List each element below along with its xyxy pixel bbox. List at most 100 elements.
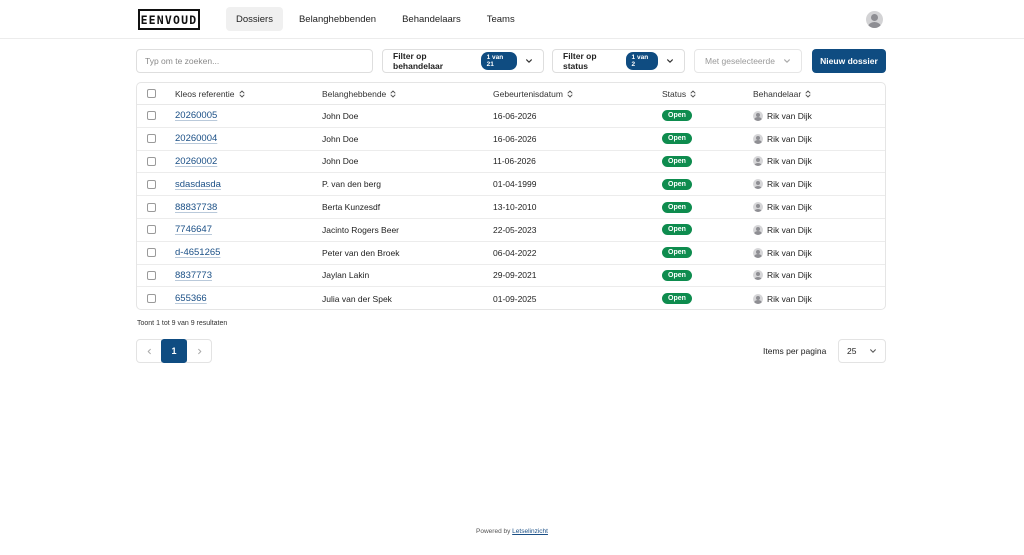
behandelaar-cell: Rik van Dijk (753, 151, 812, 173)
pagination: 1 (136, 339, 212, 363)
row-checkbox[interactable] (147, 270, 156, 280)
date-cell: 16-06-2026 (493, 133, 537, 144)
ref-cell: 88837738 (175, 196, 217, 218)
table-row: 7746647 Jacinto Rogers Beer 22-05-2023 O… (137, 219, 885, 242)
row-checkbox[interactable] (147, 202, 156, 212)
dossier-reference-link[interactable]: 88837738 (175, 202, 217, 213)
belanghebbende-cell: Berta Kunzesdf (322, 202, 381, 213)
dossier-reference-link[interactable]: 20260005 (175, 110, 217, 121)
table-row: 20260005 John Doe 16-06-2026 Open Rik va… (137, 105, 885, 128)
chevron-down-icon (869, 347, 877, 355)
nav-item-belanghebbenden[interactable]: Belanghebbenden (289, 7, 386, 31)
behandelaar-cell: Rik van Dijk (753, 105, 812, 127)
dossier-reference-link[interactable]: sdasdasda (175, 179, 221, 190)
filter-status-button[interactable]: Filter op status 1 van 2 (552, 49, 685, 73)
behandelaar-cell: Rik van Dijk (753, 173, 812, 195)
status-cell: Open (662, 105, 692, 127)
status-cell: Open (662, 128, 692, 150)
dossier-reference-link[interactable]: 7746647 (175, 224, 212, 235)
sort-icon (805, 90, 811, 98)
user-avatar-icon (753, 293, 763, 304)
row-checkbox[interactable] (147, 134, 156, 144)
row-checkbox[interactable] (147, 294, 156, 304)
dossier-reference-link[interactable]: d-4651265 (175, 247, 220, 258)
top-navigation-bar: EENVOUD Dossiers Belanghebbenden Behande… (0, 0, 1024, 39)
belanghebbende-cell: John Doe (322, 110, 359, 121)
items-per-page-select[interactable]: 25 (838, 339, 886, 363)
nav-item-teams[interactable]: Teams (477, 7, 525, 31)
dossier-reference-link[interactable]: 20260002 (175, 156, 217, 167)
column-header-referentie[interactable]: Kleos referentie (175, 83, 245, 104)
dossier-reference-link[interactable]: 20260004 (175, 133, 217, 144)
status-badge: Open (662, 155, 692, 167)
belanghebbende-cell: John Doe (322, 156, 359, 167)
chevron-right-icon (197, 348, 201, 354)
row-checkbox[interactable] (147, 248, 156, 258)
new-dossier-button[interactable]: Nieuw dossier (812, 49, 886, 73)
filter-behandelaar-badge: 1 van 21 (480, 52, 517, 70)
previous-page-button[interactable] (136, 339, 162, 363)
behandelaar-cell: Rik van Dijk (753, 242, 812, 264)
ref-cell: 8837773 (175, 265, 212, 287)
status-badge: Open (662, 201, 692, 213)
row-checkbox[interactable] (147, 111, 156, 121)
nav-item-dossiers[interactable]: Dossiers (226, 7, 283, 31)
status-badge: Open (662, 269, 692, 281)
behandelaar-name: Rik van Dijk (767, 224, 812, 235)
page-button-current[interactable]: 1 (161, 339, 187, 363)
behandelaar-cell: Rik van Dijk (753, 196, 812, 218)
row-checkbox[interactable] (147, 179, 156, 189)
row-checkbox[interactable] (147, 156, 156, 166)
column-header-belanghebbende[interactable]: Belanghebbende (322, 83, 396, 104)
app-logo[interactable]: EENVOUD (138, 9, 200, 30)
column-header-gebeurtenisdatum[interactable]: Gebeurtenisdatum (493, 83, 573, 104)
table-row: 655366 Julia van der Spek 01-09-2025 Ope… (137, 287, 885, 309)
behandelaar-cell: Rik van Dijk (753, 128, 812, 150)
table-row: 20260002 John Doe 11-06-2026 Open Rik va… (137, 151, 885, 174)
ref-cell: 20260005 (175, 105, 217, 127)
ref-cell: 655366 (175, 287, 207, 309)
nav-item-behandelaars[interactable]: Behandelaars (392, 7, 471, 31)
table-row: d-4651265 Peter van den Broek 06-04-2022… (137, 242, 885, 265)
row-select-cell (147, 173, 156, 195)
dossier-reference-link[interactable]: 8837773 (175, 270, 212, 281)
filter-behandelaar-button[interactable]: Filter op behandelaar 1 van 21 (382, 49, 544, 73)
user-avatar-icon (753, 110, 763, 121)
column-header-label: Belanghebbende (322, 88, 387, 99)
table-body: 20260005 John Doe 16-06-2026 Open Rik va… (137, 105, 885, 309)
status-badge: Open (662, 293, 692, 305)
items-per-page-value: 25 (847, 346, 857, 356)
table-row: 8837773 Jaylan Lakin 29-09-2021 Open Rik… (137, 265, 885, 288)
search-input[interactable] (136, 49, 373, 73)
user-avatar-icon[interactable] (866, 11, 883, 28)
column-header-status[interactable]: Status (662, 83, 696, 104)
next-page-button[interactable] (186, 339, 212, 363)
row-select-cell (147, 128, 156, 150)
behandelaar-name: Rik van Dijk (767, 110, 812, 121)
column-header-label: Kleos referentie (175, 88, 235, 99)
date-cell: 06-04-2022 (493, 247, 537, 258)
chevron-left-icon (147, 348, 151, 354)
column-header-behandelaar[interactable]: Behandelaar (753, 83, 811, 104)
behandelaar-name: Rik van Dijk (767, 179, 812, 190)
behandelaar-name: Rik van Dijk (767, 133, 812, 144)
select-all-checkbox[interactable] (147, 89, 156, 98)
date-cell: 01-04-1999 (493, 179, 537, 190)
column-header-label: Behandelaar (753, 88, 802, 99)
user-avatar-icon (753, 224, 763, 235)
powered-by-link[interactable]: Letselinzicht (512, 528, 548, 535)
chevron-down-icon (783, 57, 791, 65)
column-header-label: Gebeurtenisdatum (493, 88, 563, 99)
behandelaar-name: Rik van Dijk (767, 247, 812, 258)
filter-status-label: Filter op status (563, 51, 597, 71)
row-checkbox[interactable] (147, 225, 156, 235)
dossier-reference-link[interactable]: 655366 (175, 293, 207, 304)
ref-cell: 20260002 (175, 151, 217, 173)
belanghebbende-cell: John Doe (322, 133, 359, 144)
row-select-cell (147, 265, 156, 287)
belanghebbende-cell: Julia van der Spek (322, 293, 392, 304)
behandelaar-name: Rik van Dijk (767, 293, 812, 304)
select-all-cell (147, 83, 156, 104)
status-badge: Open (662, 247, 692, 259)
bulk-action-select[interactable]: Met geselecteerde (694, 49, 802, 73)
